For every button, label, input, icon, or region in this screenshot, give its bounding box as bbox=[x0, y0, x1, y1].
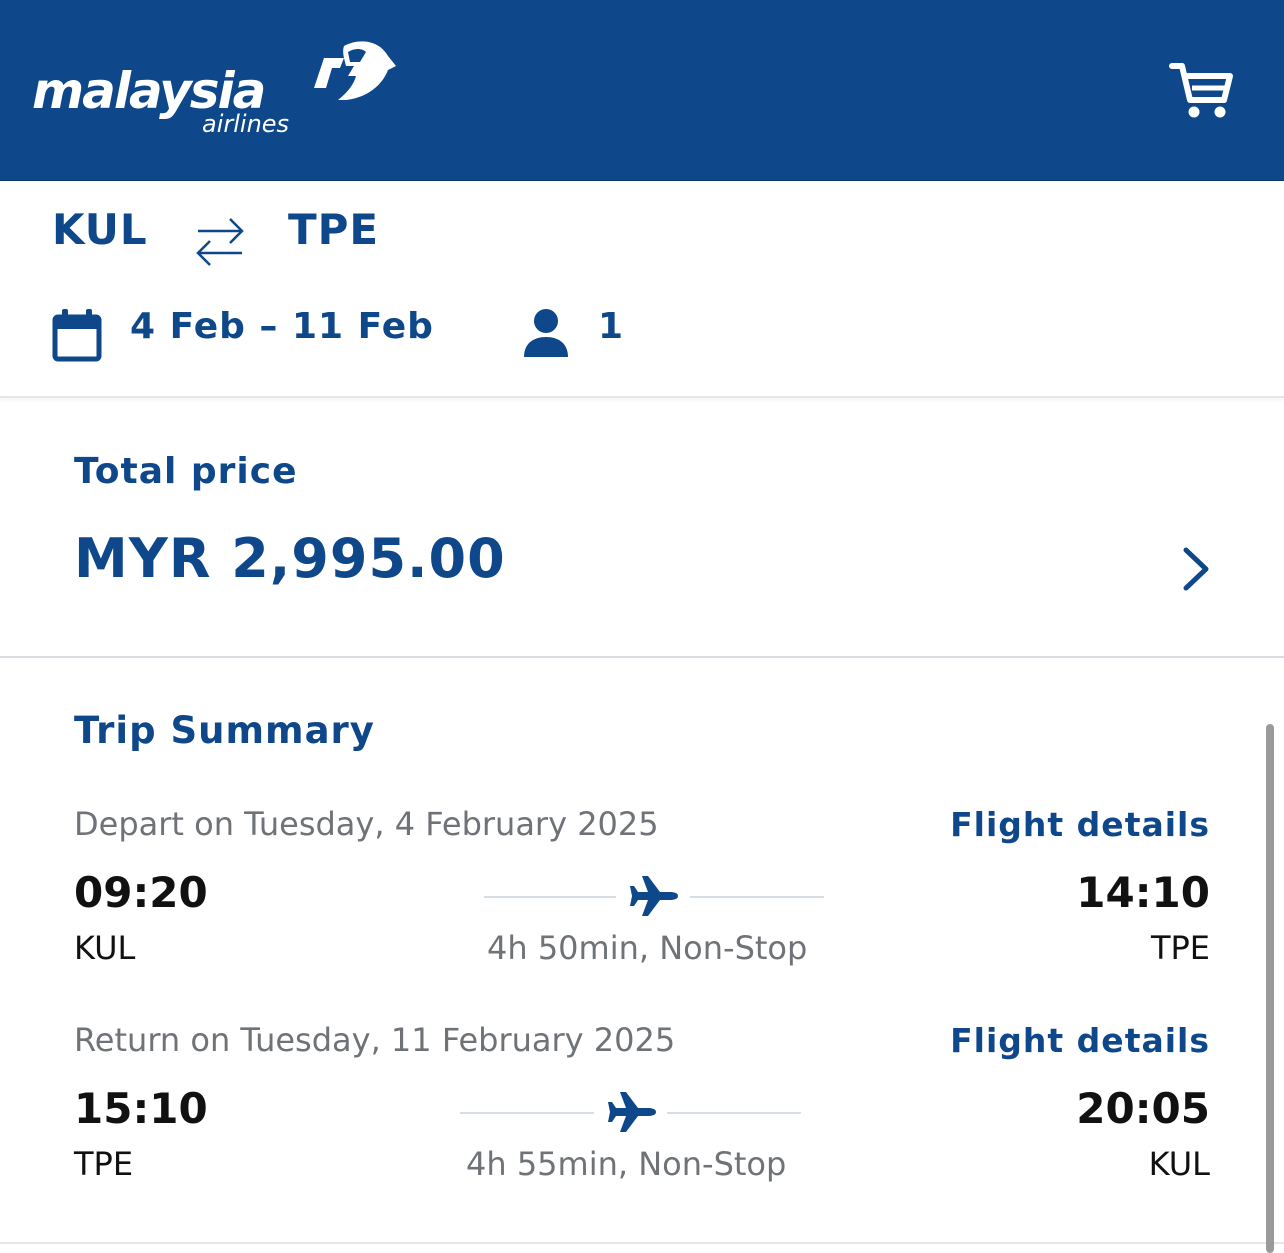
depart-time: 09:20 bbox=[74, 868, 208, 917]
trip-summary: Trip Summary Depart on Tuesday, 4 Februa… bbox=[0, 658, 1284, 1244]
total-price-row[interactable]: Total price MYR 2,995.00 bbox=[0, 398, 1284, 658]
search-summary[interactable]: KUL TPE 4 Feb – 11 Feb 1 bbox=[0, 181, 1284, 398]
return-flight-details-link[interactable]: Flight details bbox=[950, 1024, 1210, 1057]
logo-subtext: airlines bbox=[202, 110, 290, 138]
travel-dates: 4 Feb – 11 Feb bbox=[130, 306, 434, 347]
plane-icon bbox=[630, 876, 678, 916]
origin-code: KUL bbox=[52, 205, 148, 254]
total-price-label: Total price bbox=[74, 451, 298, 492]
arrive-airport-code: TPE bbox=[1150, 929, 1210, 967]
return-arrive-airport-code: KUL bbox=[1148, 1145, 1210, 1183]
return-depart-time: 15:10 bbox=[74, 1084, 208, 1133]
chevron-right-icon[interactable] bbox=[1180, 546, 1212, 592]
destination-code: TPE bbox=[288, 205, 380, 254]
person-icon bbox=[524, 309, 568, 357]
app-header: malaysia airlines bbox=[0, 0, 1284, 181]
calendar-icon bbox=[52, 309, 102, 362]
scrollbar[interactable] bbox=[1266, 724, 1274, 1253]
depart-airport-code: KUL bbox=[74, 929, 136, 967]
passenger-count: 1 bbox=[598, 306, 624, 347]
return-duration: 4h 55min, Non-Stop bbox=[466, 1145, 787, 1183]
malaysia-airlines-logo[interactable]: malaysia airlines bbox=[28, 36, 408, 146]
total-price-value: MYR 2,995.00 bbox=[74, 527, 506, 590]
flight-line-left bbox=[484, 896, 616, 898]
cart-icon[interactable] bbox=[1168, 60, 1234, 122]
flight-line-right bbox=[690, 896, 824, 898]
depart-leg-heading: Depart on Tuesday, 4 February 2025 bbox=[74, 805, 659, 843]
return-arrive-time: 20:05 bbox=[1076, 1084, 1210, 1133]
swap-arrows-icon bbox=[196, 218, 244, 266]
logo-wordmark: malaysia bbox=[32, 62, 266, 120]
arrive-time: 14:10 bbox=[1076, 868, 1210, 917]
depart-duration: 4h 50min, Non-Stop bbox=[487, 929, 808, 967]
trip-summary-title: Trip Summary bbox=[74, 709, 375, 752]
flight-line-right bbox=[667, 1112, 801, 1114]
kite-logo-icon bbox=[314, 41, 396, 100]
return-leg-heading: Return on Tuesday, 11 February 2025 bbox=[74, 1021, 676, 1059]
return-depart-airport-code: TPE bbox=[74, 1145, 134, 1183]
depart-flight-details-link[interactable]: Flight details bbox=[950, 808, 1210, 841]
flight-line-left bbox=[460, 1112, 594, 1114]
plane-icon bbox=[608, 1092, 656, 1132]
